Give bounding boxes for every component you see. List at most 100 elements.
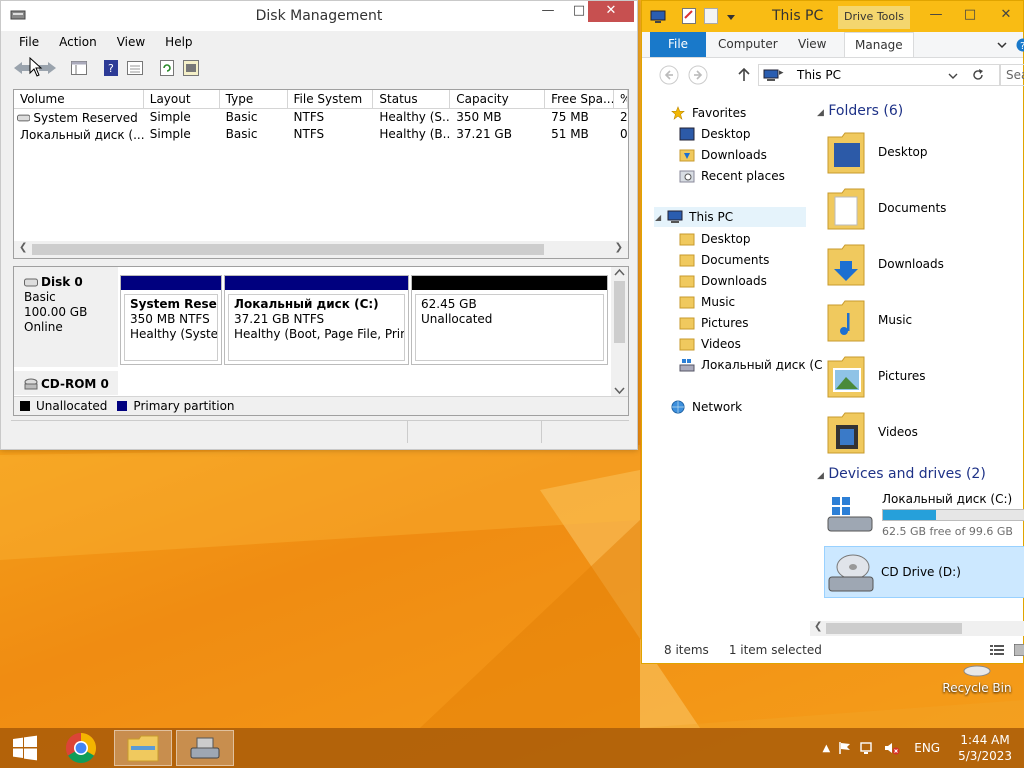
table-row[interactable]: Локальный диск (... Simple Basic NTFS He… <box>14 126 628 143</box>
content-pane[interactable]: ◢ Folders (6) Desktop Documents Download… <box>812 97 1024 627</box>
expand-ribbon-icon[interactable] <box>996 40 1008 50</box>
navigation-pane[interactable]: Favorites Desktop Downloads Recent place… <box>642 97 822 625</box>
nav-network[interactable]: Network <box>670 397 742 417</box>
quick-access-dropdown-icon[interactable] <box>726 12 736 22</box>
menu-help[interactable]: Help <box>155 32 202 54</box>
folder-music[interactable]: Music <box>826 295 912 345</box>
new-folder-quick-icon[interactable] <box>704 8 718 24</box>
folder-videos[interactable]: Videos <box>826 407 918 457</box>
taskbar-chrome[interactable] <box>52 730 110 766</box>
back-icon[interactable] <box>659 65 679 85</box>
up-arrow-icon[interactable] <box>737 67 751 83</box>
tab-view[interactable]: View <box>788 32 836 57</box>
file-explorer-window[interactable]: This PC Drive Tools — □ ✕ File Computer … <box>641 0 1024 664</box>
folder-documents[interactable]: Documents <box>826 183 946 233</box>
nav-pc-videos[interactable]: Videos <box>679 334 741 354</box>
column-free-space[interactable]: Free Spa... <box>545 90 614 108</box>
refresh-button[interactable] <box>157 58 177 78</box>
tab-manage[interactable]: Manage <box>844 32 914 57</box>
drive-cd-d[interactable]: CD Drive (D:) <box>824 546 1024 598</box>
close-button[interactable]: ✕ <box>588 1 634 22</box>
column-volume[interactable]: Volume <box>14 90 144 108</box>
folders-group-header[interactable]: ◢ Folders (6) <box>817 103 903 119</box>
nav-pc-local-disk-c[interactable]: Локальный диск (C <box>679 355 822 375</box>
column-file-system[interactable]: File System <box>288 90 374 108</box>
disk-view-vertical-scrollbar[interactable] <box>611 267 628 397</box>
tab-file[interactable]: File <box>650 32 706 57</box>
nav-pc-music[interactable]: Music <box>679 292 735 312</box>
clock[interactable]: 1:44 AM 5/3/2023 <box>958 732 1012 764</box>
tab-computer[interactable]: Computer <box>708 32 788 57</box>
breadcrumb-separator-icon[interactable]: ▸ <box>779 68 784 78</box>
collapse-icon[interactable]: ◢ <box>817 471 824 481</box>
folder-pictures[interactable]: Pictures <box>826 351 926 401</box>
large-icons-view-icon[interactable] <box>1014 644 1024 656</box>
nav-pc-downloads[interactable]: Downloads <box>679 271 767 291</box>
minimize-button[interactable]: — <box>533 1 563 22</box>
volume-list-horizontal-scrollbar[interactable]: ❮ ❯ <box>14 241 628 258</box>
title-bar[interactable]: This PC Drive Tools — □ ✕ <box>642 1 1023 32</box>
partition-system-reserved[interactable]: System Reserve 350 MB NTFS Healthy (Syst… <box>120 275 222 365</box>
nav-fav-recent-places[interactable]: Recent places <box>679 166 785 186</box>
nav-fav-desktop[interactable]: Desktop <box>679 124 751 144</box>
folder-downloads[interactable]: Downloads <box>826 239 944 289</box>
properties-button[interactable] <box>125 58 145 78</box>
close-button[interactable]: ✕ <box>987 5 1024 26</box>
scroll-left-icon[interactable]: ❮ <box>19 242 27 253</box>
scrollbar-thumb[interactable] <box>826 623 962 634</box>
drive-tools-context-tab[interactable]: Drive Tools <box>838 6 910 29</box>
column-status[interactable]: Status <box>373 90 451 108</box>
partition-unallocated[interactable]: 62.45 GB Unallocated <box>411 275 608 365</box>
taskbar-disk-management[interactable] <box>176 730 234 766</box>
address-dropdown-icon[interactable] <box>948 72 958 80</box>
forward-icon[interactable] <box>688 65 708 85</box>
start-button[interactable] <box>0 730 50 766</box>
collapse-icon[interactable]: ◢ <box>655 213 661 222</box>
maximize-button[interactable]: □ <box>956 5 984 26</box>
help-button[interactable]: ? <box>101 58 121 78</box>
taskbar-file-explorer[interactable] <box>114 730 172 766</box>
cdrom-0-label[interactable]: CD-ROM 0 <box>14 371 118 395</box>
nav-pc-desktop[interactable]: Desktop <box>679 229 751 249</box>
address-input[interactable]: ▸ This PC <box>758 64 1000 86</box>
scroll-left-icon[interactable]: ❮ <box>814 621 822 632</box>
properties-quick-icon[interactable] <box>682 8 696 24</box>
refresh-icon[interactable] <box>971 68 985 82</box>
partition-local-disk-c[interactable]: Локальный диск (C:) 37.21 GB NTFS Health… <box>224 275 409 365</box>
drive-local-disk-c[interactable]: Локальный диск (C:) 62.5 GB free of 99.6… <box>824 489 1024 541</box>
scroll-up-icon[interactable] <box>611 267 628 279</box>
action-center-flag-icon[interactable] <box>838 741 852 755</box>
volume-muted-icon[interactable] <box>884 741 900 755</box>
table-row[interactable]: System Reserved Simple Basic NTFS Health… <box>14 109 628 126</box>
disk-management-window[interactable]: Disk Management — □ ✕ File Action View H… <box>0 0 638 450</box>
nav-favorites[interactable]: Favorites <box>670 103 746 123</box>
show-hidden-icons-icon[interactable]: ▲ <box>823 743 831 754</box>
input-language[interactable]: ENG <box>914 741 940 755</box>
disk-graphical-view[interactable]: Disk 0 Basic 100.00 GB Online System Res… <box>13 266 629 416</box>
nav-pc-pictures[interactable]: Pictures <box>679 313 749 333</box>
network-status-icon[interactable] <box>860 741 876 755</box>
minimize-button[interactable]: — <box>922 5 950 26</box>
help-icon[interactable]: ? <box>1016 38 1024 52</box>
disk-0-label[interactable]: Disk 0 Basic 100.00 GB Online <box>14 267 118 367</box>
details-view-icon[interactable] <box>990 644 1004 656</box>
scrollbar-thumb[interactable] <box>32 244 544 255</box>
column-capacity[interactable]: Capacity <box>450 90 546 108</box>
menu-view[interactable]: View <box>107 32 155 54</box>
nav-fav-downloads[interactable]: Downloads <box>679 145 767 165</box>
rescan-button[interactable] <box>181 58 201 78</box>
content-horizontal-scrollbar[interactable]: ❮ <box>810 621 1024 636</box>
devices-group-header[interactable]: ◢ Devices and drives (2) <box>817 466 986 482</box>
title-bar[interactable]: Disk Management — □ ✕ <box>1 1 637 31</box>
column-type[interactable]: Type <box>220 90 288 108</box>
collapse-icon[interactable]: ◢ <box>817 108 824 118</box>
search-input[interactable]: Sea <box>1000 64 1024 86</box>
show-hide-console-button[interactable] <box>69 58 89 78</box>
column-layout[interactable]: Layout <box>144 90 220 108</box>
menu-file[interactable]: File <box>9 32 49 54</box>
scroll-right-icon[interactable]: ❯ <box>615 242 623 253</box>
menu-action[interactable]: Action <box>49 32 107 54</box>
column-percent[interactable]: % <box>614 90 628 108</box>
nav-this-pc[interactable]: ◢ This PC <box>654 207 806 227</box>
folder-desktop[interactable]: Desktop <box>826 127 928 177</box>
